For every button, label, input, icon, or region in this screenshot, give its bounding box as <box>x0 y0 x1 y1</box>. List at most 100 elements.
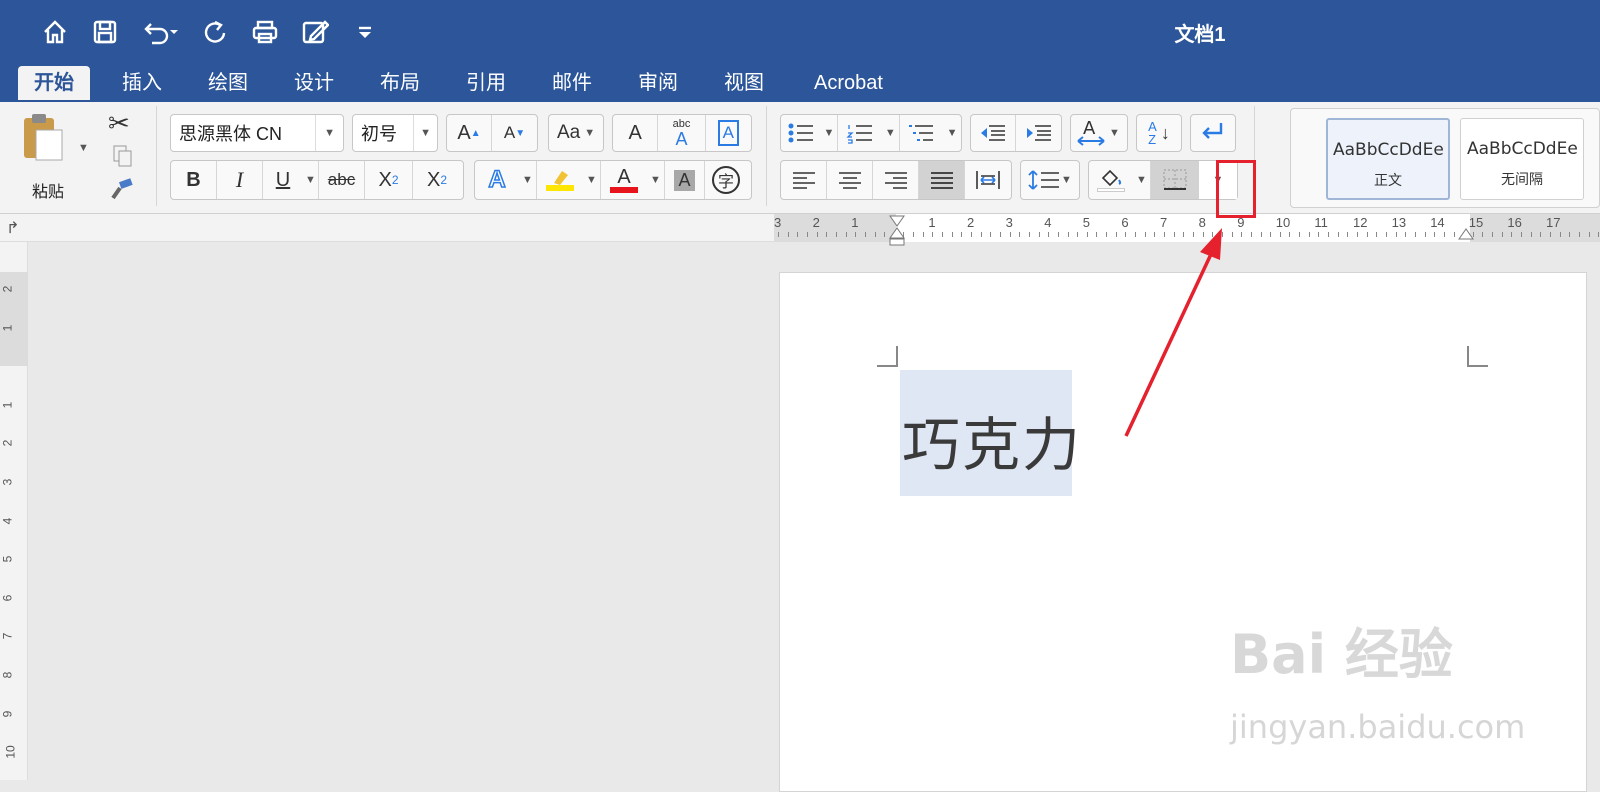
format-painter-icon[interactable] <box>108 178 136 204</box>
tab-acrobat[interactable]: Acrobat <box>798 66 899 100</box>
font-family-select[interactable]: 思源黑体 CN ▼ <box>170 114 344 152</box>
style-no-spacing[interactable]: AaBbCcDdEe 无间隔 <box>1460 118 1584 200</box>
chevron-down-icon[interactable]: ▼ <box>583 161 601 199</box>
ruler-tick <box>1270 232 1272 237</box>
numbering-button[interactable] <box>838 115 882 151</box>
clear-formatting-button[interactable]: A <box>613 115 659 151</box>
text-direction-button[interactable]: A ▼ <box>1070 114 1128 152</box>
indent-marker-icon[interactable] <box>888 214 906 246</box>
increase-indent-button[interactable] <box>1016 115 1061 151</box>
watermark-url: jingyan.baidu.com <box>1230 708 1526 746</box>
ruler-number: 7 <box>0 633 15 640</box>
bullets-icon <box>788 123 813 143</box>
paste-button[interactable]: ▼ 粘贴 <box>20 112 90 202</box>
chevron-down-icon[interactable]: ▼ <box>519 161 537 199</box>
shading-button[interactable] <box>1089 161 1133 199</box>
underline-button[interactable]: U <box>263 161 303 199</box>
character-border-button[interactable]: A <box>706 115 751 151</box>
tab-layout[interactable]: 布局 <box>364 66 436 100</box>
style-sample: AaBbCcDdEe <box>1333 140 1443 160</box>
chevron-down-icon: ▼ <box>1061 174 1072 186</box>
italic-button[interactable]: I <box>217 161 263 199</box>
redo-icon[interactable] <box>196 14 234 50</box>
chevron-down-icon[interactable]: ▼ <box>647 161 665 199</box>
sort-button[interactable]: AZ ↓ <box>1136 114 1182 152</box>
multilevel-list-button[interactable] <box>900 115 944 151</box>
annotation-highlight-box <box>1216 160 1256 218</box>
document-body-text[interactable]: 巧克力 <box>902 398 1082 482</box>
superscript-digit: 2 <box>440 173 448 187</box>
justify-button[interactable] <box>919 161 965 199</box>
grow-font-button[interactable]: A ▲ <box>447 115 493 151</box>
character-shading-button[interactable]: A <box>665 161 705 199</box>
tab-mailings[interactable]: 邮件 <box>536 66 608 100</box>
bullets-button[interactable] <box>781 115 821 151</box>
ruler-number: 7 <box>1160 215 1168 230</box>
chevron-down-icon[interactable]: ▼ <box>882 115 900 151</box>
vertical-ruler[interactable]: 2 1 1 2 3 4 5 6 7 8 9 10 <box>0 242 28 780</box>
text-effects-button[interactable]: A <box>475 161 519 199</box>
ruler-tick <box>1347 232 1349 237</box>
align-right-button[interactable] <box>873 161 919 199</box>
chevron-down-icon[interactable]: ▼ <box>303 161 319 199</box>
enclose-characters-button[interactable]: 字 <box>705 161 747 199</box>
bold-button[interactable]: B <box>171 161 217 199</box>
shrink-font-button[interactable]: A ▼ <box>492 115 537 151</box>
font-size-select[interactable]: 初号 ▼ <box>352 114 438 152</box>
save-icon[interactable] <box>86 14 124 50</box>
superscript-button[interactable]: X2 <box>413 161 461 199</box>
divider <box>766 106 767 206</box>
distributed-button[interactable] <box>965 161 1011 199</box>
align-center-button[interactable] <box>827 161 873 199</box>
chevron-down-icon[interactable]: ▼ <box>1133 161 1151 199</box>
print-icon[interactable] <box>246 14 284 50</box>
font-color-icon: A <box>617 166 631 188</box>
tab-references[interactable]: 引用 <box>450 66 522 100</box>
font-color-button[interactable]: A <box>601 161 647 199</box>
decrease-indent-button[interactable] <box>971 115 1017 151</box>
style-normal[interactable]: AaBbCcDdEe 正文 <box>1326 118 1450 200</box>
ruler-number: 17 <box>1546 215 1561 230</box>
undo-icon[interactable] <box>136 14 184 50</box>
chevron-down-icon[interactable]: ▼ <box>943 115 961 151</box>
list-group: ▼ ▼ ▼ <box>780 114 962 152</box>
show-formatting-marks-button[interactable] <box>1190 114 1236 152</box>
right-indent-marker-icon[interactable] <box>1458 228 1474 240</box>
highlighter-icon <box>554 171 568 185</box>
ribbon-tabs: 开始 插入 绘图 设计 布局 引用 邮件 审阅 视图 Acrobat <box>0 64 1600 102</box>
text-effects-icon: A <box>488 165 507 194</box>
line-spacing-button[interactable]: ▼ <box>1020 160 1080 200</box>
ruler-tick <box>874 232 876 237</box>
tab-insert[interactable]: 插入 <box>106 66 178 100</box>
customize-icon[interactable] <box>346 14 384 50</box>
borders-button[interactable] <box>1151 161 1199 199</box>
strikethrough-button[interactable]: abc <box>319 161 365 199</box>
distributed-icon <box>976 171 1000 189</box>
change-case-button[interactable]: Aa ▼ <box>548 114 604 152</box>
tab-view[interactable]: 视图 <box>708 66 780 100</box>
tab-stop-icon[interactable]: ↱ <box>6 218 19 238</box>
tab-draw[interactable]: 绘图 <box>192 66 264 100</box>
horizontal-ruler[interactable]: ↱ 3 2 1 1 2 3 4 5 6 7 8 9 10 11 12 13 14 15 16 17 <box>0 214 1600 246</box>
justify-icon <box>930 172 953 189</box>
cut-icon[interactable]: ✂ <box>108 108 136 138</box>
ruler-tick <box>884 232 886 237</box>
tab-home[interactable]: 开始 <box>18 66 90 100</box>
home-icon[interactable] <box>36 14 74 50</box>
ruler-tick <box>1588 232 1590 237</box>
copy-icon[interactable] <box>112 144 136 168</box>
align-right-icon <box>884 172 907 189</box>
tab-design[interactable]: 设计 <box>278 66 350 100</box>
ruler-tick <box>1318 232 1320 237</box>
ribbon: ▼ 粘贴 ✂ 思源黑体 CN ▼ 初号 ▼ A ▲ A ▼ Aa ▼ A abc A … <box>0 102 1600 214</box>
edit-icon[interactable] <box>296 14 334 50</box>
chevron-down-icon[interactable]: ▼ <box>821 115 839 151</box>
paint-bucket-icon <box>1101 169 1122 187</box>
ruler-tick <box>778 232 779 237</box>
ruler-tick <box>1096 232 1098 237</box>
phonetic-guide-button[interactable]: abc A <box>658 115 706 151</box>
tab-review[interactable]: 审阅 <box>622 66 694 100</box>
align-left-button[interactable] <box>781 161 827 199</box>
highlight-button[interactable] <box>537 161 583 199</box>
subscript-button[interactable]: X2 <box>365 161 413 199</box>
